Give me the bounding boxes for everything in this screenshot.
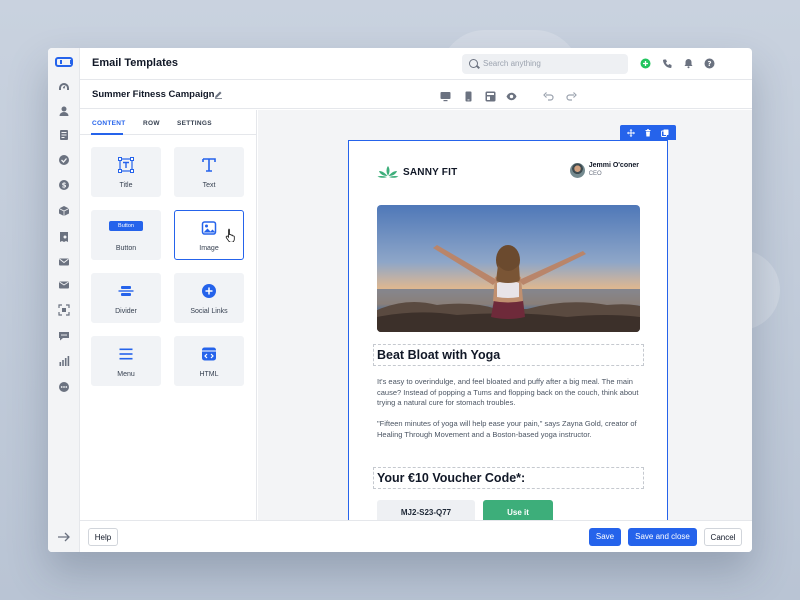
html-icon bbox=[201, 346, 217, 362]
preview-eye-icon[interactable] bbox=[506, 89, 517, 101]
check-circle-icon[interactable] bbox=[58, 154, 70, 166]
author-name: Jemmi O'coner bbox=[588, 162, 639, 169]
email-heading[interactable]: Beat Bloat with Yoga bbox=[377, 348, 500, 362]
block-label: Social Links bbox=[190, 308, 228, 315]
left-rail: $ bbox=[48, 48, 80, 552]
block-html[interactable]: HTML bbox=[174, 336, 244, 386]
svg-text:$: $ bbox=[62, 182, 67, 190]
footer-bar: Help Save Save and close Cancel bbox=[80, 520, 752, 552]
tab-settings[interactable]: SETTINGS bbox=[177, 120, 212, 127]
hero-image[interactable] bbox=[377, 205, 640, 332]
phone-icon[interactable] bbox=[662, 58, 673, 69]
save-button[interactable]: Save bbox=[589, 528, 621, 546]
use-it-button[interactable]: Use it bbox=[483, 500, 553, 520]
help-icon[interactable]: ? bbox=[704, 58, 715, 69]
search-placeholder: Search anything bbox=[483, 59, 541, 68]
block-label: Image bbox=[199, 245, 219, 252]
template-layout-icon[interactable] bbox=[485, 89, 496, 102]
social-links-icon bbox=[201, 283, 217, 299]
block-label: Menu bbox=[117, 371, 135, 378]
campaign-name: Summer Fitness Campaign bbox=[92, 89, 215, 100]
duplicate-icon[interactable] bbox=[660, 129, 669, 137]
document-icon[interactable] bbox=[58, 129, 70, 141]
undo-icon[interactable] bbox=[543, 89, 554, 101]
tab-content[interactable]: CONTENT bbox=[92, 120, 126, 127]
top-header: Email Templates Search anything ? bbox=[80, 48, 752, 80]
block-menu[interactable]: Menu bbox=[91, 336, 161, 386]
expand-arrow-icon[interactable] bbox=[57, 532, 71, 542]
edit-pencil-icon[interactable] bbox=[214, 90, 223, 99]
desktop-view-icon[interactable] bbox=[440, 89, 451, 102]
image-icon bbox=[201, 220, 217, 236]
blocks-panel: CONTENT ROW SETTINGS Title Text Button B… bbox=[80, 110, 257, 520]
block-title[interactable]: Title bbox=[91, 147, 161, 197]
receipt-icon[interactable] bbox=[58, 231, 70, 243]
block-toolbar bbox=[620, 125, 676, 140]
pointer-hand-icon bbox=[225, 228, 235, 242]
block-button[interactable]: Button Button bbox=[91, 210, 161, 260]
add-icon[interactable] bbox=[640, 58, 651, 69]
chat-icon[interactable] bbox=[58, 330, 70, 342]
cancel-button[interactable]: Cancel bbox=[704, 528, 742, 546]
user-icon[interactable] bbox=[58, 105, 70, 117]
block-image[interactable]: Image bbox=[174, 210, 244, 260]
block-label: HTML bbox=[199, 371, 219, 378]
title-icon bbox=[118, 157, 134, 173]
move-icon[interactable] bbox=[627, 128, 636, 137]
block-label: Button bbox=[115, 245, 137, 252]
block-label: Divider bbox=[115, 308, 137, 315]
lotus-logo-icon bbox=[377, 166, 399, 178]
block-divider[interactable]: Divider bbox=[91, 273, 161, 323]
author-avatar bbox=[569, 162, 585, 178]
mobile-view-icon[interactable] bbox=[463, 89, 474, 102]
email-paragraph[interactable]: It's easy to overindulge, and feel bloat… bbox=[377, 377, 645, 409]
app-window: $ Email Templates Search anything ? Summ… bbox=[48, 48, 752, 552]
author-role: CEO bbox=[588, 171, 602, 177]
block-label: Text bbox=[202, 182, 216, 189]
brand: SANNY FIT bbox=[377, 165, 457, 179]
divider-icon bbox=[118, 283, 134, 299]
text-icon bbox=[201, 157, 217, 173]
block-social-links[interactable]: Social Links bbox=[174, 273, 244, 323]
block-label: Title bbox=[119, 182, 133, 189]
brand-name: SANNY FIT bbox=[403, 166, 458, 178]
mail-icon[interactable] bbox=[58, 256, 70, 268]
block-text[interactable]: Text bbox=[174, 147, 244, 197]
search-icon bbox=[469, 59, 478, 68]
inbox-icon[interactable] bbox=[58, 279, 70, 291]
svg-text:?: ? bbox=[707, 60, 711, 68]
search-input[interactable]: Search anything bbox=[462, 54, 628, 74]
delete-icon[interactable] bbox=[644, 128, 652, 137]
save-and-close-button[interactable]: Save and close bbox=[628, 528, 697, 546]
tab-row[interactable]: ROW bbox=[143, 120, 160, 127]
voucher-heading[interactable]: Your €10 Voucher Code*: bbox=[377, 471, 525, 485]
help-button[interactable]: Help bbox=[88, 528, 118, 546]
button-icon: Button bbox=[109, 221, 143, 231]
email-paragraph[interactable]: "Fifteen minutes of yoga will help ease … bbox=[377, 419, 645, 440]
redo-icon[interactable] bbox=[566, 89, 577, 101]
bell-icon[interactable] bbox=[683, 58, 694, 69]
bar-chart-icon[interactable] bbox=[58, 355, 70, 367]
scan-icon[interactable] bbox=[58, 304, 70, 316]
app-logo-icon[interactable] bbox=[55, 57, 73, 67]
active-tab-indicator bbox=[91, 133, 123, 135]
box-icon[interactable] bbox=[58, 205, 70, 217]
email-preview[interactable]: SANNY FIT Jemmi O'coner CEO Beat Bloat w… bbox=[348, 140, 668, 520]
campaign-bar: Summer Fitness Campaign bbox=[80, 81, 752, 109]
editor-canvas: SANNY FIT Jemmi O'coner CEO Beat Bloat w… bbox=[258, 110, 752, 520]
more-icon[interactable] bbox=[58, 381, 70, 393]
author: Jemmi O'coner CEO bbox=[569, 162, 639, 178]
voucher-code[interactable]: MJ2-S23-Q77 bbox=[377, 500, 475, 520]
dollar-icon[interactable]: $ bbox=[58, 179, 70, 191]
page-title: Email Templates bbox=[92, 57, 178, 69]
dashboard-icon[interactable] bbox=[58, 81, 70, 93]
menu-icon bbox=[118, 346, 134, 362]
